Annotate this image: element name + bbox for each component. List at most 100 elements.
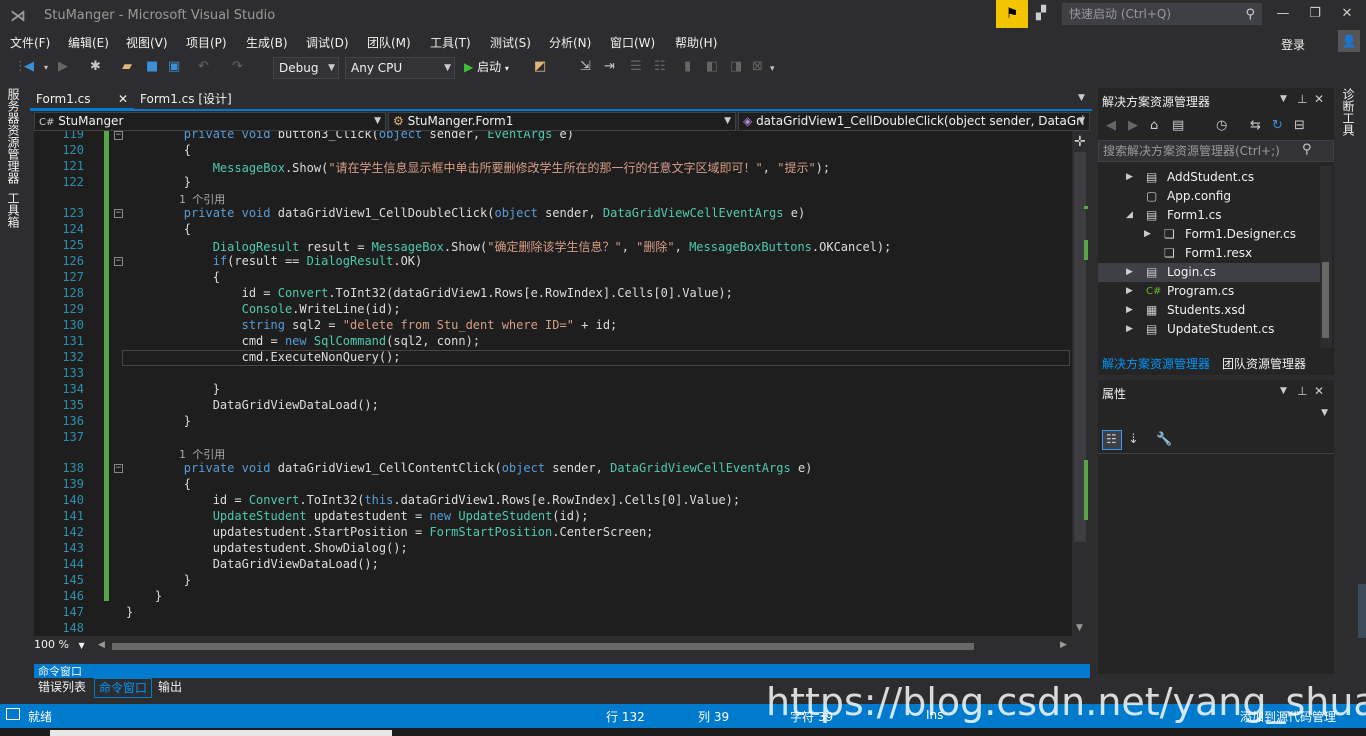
feedback-icon[interactable]: ▞ xyxy=(1036,6,1046,21)
menu-file[interactable]: 文件(F) xyxy=(10,34,50,51)
reference-count-link[interactable]: 1 个引用 xyxy=(179,191,225,207)
start-debugging-button[interactable]: ▶ 启动 ▾ xyxy=(464,58,509,75)
collapse-icon[interactable]: − xyxy=(114,209,123,218)
toolbar-overflow-icon[interactable]: ▾ xyxy=(770,64,775,74)
bookmark-icon[interactable]: ▮ xyxy=(684,59,691,74)
step-over-icon[interactable]: ⇥ xyxy=(604,59,615,74)
solution-configuration-select[interactable]: Debug ▼ xyxy=(273,57,339,79)
tree-item-updatestudent[interactable]: ▶ ▤ UpdateStudent.cs xyxy=(1098,320,1320,339)
server-explorer-tab[interactable]: 服务器资源管理器 xyxy=(5,88,22,184)
scroll-left-icon[interactable]: ◀ xyxy=(98,640,105,650)
tree-item-program[interactable]: ▶ C# Program.cs xyxy=(1098,282,1320,301)
menu-help[interactable]: 帮助(H) xyxy=(675,34,717,51)
tab-form1-design[interactable]: Form1.cs [设计] xyxy=(140,88,232,110)
tab-team-explorer[interactable]: 团队资源管理器 xyxy=(1222,355,1306,372)
tab-solution-explorer[interactable]: 解决方案资源管理器 xyxy=(1102,355,1210,372)
menu-project[interactable]: 项目(P) xyxy=(186,34,227,51)
step-into-icon[interactable]: ⇲ xyxy=(580,59,591,74)
pin-icon[interactable]: ⊥ xyxy=(1297,384,1307,398)
menu-debug[interactable]: 调试(D) xyxy=(306,34,349,51)
back-dropdown-icon[interactable]: ▾ xyxy=(44,63,48,72)
solution-search-input[interactable]: 搜索解决方案资源管理器(Ctrl+;) xyxy=(1098,140,1334,162)
menu-tools[interactable]: 工具(T) xyxy=(430,34,471,51)
tree-item-form1[interactable]: ◢ ▤ Form1.cs xyxy=(1098,206,1320,225)
menu-analyze[interactable]: 分析(N) xyxy=(549,34,591,51)
tree-item-login[interactable]: ▶ ▤ Login.cs xyxy=(1098,263,1320,282)
tab-error-list[interactable]: 错误列表 xyxy=(34,678,90,698)
maximize-button[interactable]: ❐ xyxy=(1302,4,1328,24)
switch-views-icon[interactable]: ▤ xyxy=(1172,118,1184,133)
tab-command-window[interactable]: 命令窗口 xyxy=(94,678,153,698)
tree-item-form1-resx[interactable]: ❏ Form1.resx xyxy=(1098,244,1320,263)
new-project-icon[interactable]: ✱ xyxy=(90,59,101,74)
tree-item-addstudent[interactable]: ▶ ▤ AddStudent.cs xyxy=(1098,168,1320,187)
expand-icon[interactable]: ▶ xyxy=(1126,301,1133,320)
quick-launch-input[interactable]: 快速启动 (Ctrl+Q) ⚲ xyxy=(1062,3,1262,25)
next-bookmark-icon[interactable]: ◨ xyxy=(730,59,742,74)
forward-icon[interactable]: ▶ xyxy=(1128,118,1138,133)
previous-bookmark-icon[interactable]: ◧ xyxy=(706,59,718,74)
menu-test[interactable]: 测试(S) xyxy=(490,34,531,51)
close-window-button[interactable]: ✕ xyxy=(1334,4,1360,24)
expand-icon[interactable]: ▶ xyxy=(1126,263,1133,282)
expand-icon[interactable]: ▶ xyxy=(1126,168,1133,187)
undo-icon[interactable]: ↶ xyxy=(198,59,209,74)
pin-icon[interactable]: ⊥ xyxy=(1297,92,1307,106)
close-icon[interactable]: ✕ xyxy=(1314,92,1324,106)
notification-flag-icon[interactable]: ⚑ xyxy=(996,0,1028,28)
refresh-icon[interactable]: ↻ xyxy=(1272,118,1283,133)
tab-output[interactable]: 输出 xyxy=(154,678,186,698)
type-navigation-select[interactable]: ⚙ StuManger.Form1 ▼ xyxy=(388,112,736,131)
redo-icon[interactable]: ↷ xyxy=(232,59,243,74)
back-icon[interactable]: ◀ xyxy=(1106,118,1116,133)
property-pages-icon[interactable]: 🔧 xyxy=(1156,432,1172,447)
zoom-level-select[interactable]: 100 % ▼ xyxy=(34,638,92,654)
menu-team[interactable]: 团队(M) xyxy=(367,34,411,51)
tree-item-students-xsd[interactable]: ▶ ▦ Students.xsd xyxy=(1098,301,1320,320)
account-avatar-icon[interactable]: 👤 xyxy=(1338,30,1360,52)
tree-scroll-thumb[interactable] xyxy=(1322,262,1329,338)
menu-window[interactable]: 窗口(W) xyxy=(610,34,655,51)
expand-icon[interactable]: ▶ xyxy=(1126,320,1133,339)
split-window-icon[interactable]: ✛ xyxy=(1074,134,1086,150)
member-navigation-select[interactable]: ◈ dataGridView1_CellDoubleClick(object s… xyxy=(738,112,1090,131)
login-link[interactable]: 登录 xyxy=(1281,36,1305,53)
pending-changes-icon[interactable]: ◷ xyxy=(1216,118,1227,133)
reference-count-link[interactable]: 1 个引用 xyxy=(179,446,225,462)
clear-bookmarks-icon[interactable]: ⊠ xyxy=(752,59,763,74)
navigate-forward-icon[interactable]: ▶ xyxy=(58,59,68,74)
menu-view[interactable]: 视图(V) xyxy=(126,34,168,51)
uncomment-icon[interactable]: ☷ xyxy=(654,59,666,74)
collapse-icon[interactable]: − xyxy=(114,464,123,473)
collapse-icon[interactable]: ◢ xyxy=(1126,206,1133,225)
close-icon[interactable]: ✕ xyxy=(118,92,128,106)
minimize-button[interactable]: — xyxy=(1270,4,1296,24)
comment-out-icon[interactable]: ☰ xyxy=(630,59,642,74)
alphabetical-icon[interactable]: ⇣ xyxy=(1128,432,1139,447)
diagnostic-tools-tab[interactable]: 诊断工具 xyxy=(1340,88,1357,136)
scroll-right-icon[interactable]: ▶ xyxy=(1060,640,1067,650)
toolbox-tab[interactable]: 工具箱 xyxy=(5,192,22,228)
sync-icon[interactable]: ⇆ xyxy=(1250,118,1261,133)
tab-overflow-icon[interactable]: ▼ xyxy=(1078,93,1085,103)
code-editor[interactable]: 119 120 121 122 123 124 125 126 127 128 … xyxy=(34,131,1072,636)
close-icon[interactable]: ✕ xyxy=(1314,384,1324,398)
categorized-button[interactable]: ☷ xyxy=(1102,430,1122,450)
collapse-icon[interactable]: − xyxy=(114,257,123,266)
tree-item-app-config[interactable]: ▢ App.config xyxy=(1098,187,1320,206)
navigate-back-icon[interactable]: ◀ xyxy=(24,59,34,74)
home-icon[interactable]: ⌂ xyxy=(1150,118,1158,133)
open-file-icon[interactable]: ▰ xyxy=(122,59,132,74)
horizontal-scroll-thumb[interactable] xyxy=(112,643,974,650)
window-position-icon[interactable]: ▼ xyxy=(1280,386,1287,396)
scroll-down-icon[interactable]: ▼ xyxy=(1076,623,1083,633)
window-position-icon[interactable]: ▼ xyxy=(1280,94,1287,104)
properties-object-select[interactable]: ▼ xyxy=(1098,406,1334,426)
save-all-icon[interactable]: ▣ xyxy=(168,59,180,74)
expand-icon[interactable]: ▶ xyxy=(1144,225,1151,244)
menu-edit[interactable]: 编辑(E) xyxy=(68,34,109,51)
save-icon[interactable]: ■ xyxy=(146,59,158,74)
solution-platform-select[interactable]: Any CPU ▼ xyxy=(345,57,455,79)
tree-item-form1-designer[interactable]: ▶ ❏ Form1.Designer.cs xyxy=(1098,225,1320,244)
browser-link-icon[interactable]: ◩ xyxy=(534,59,546,74)
